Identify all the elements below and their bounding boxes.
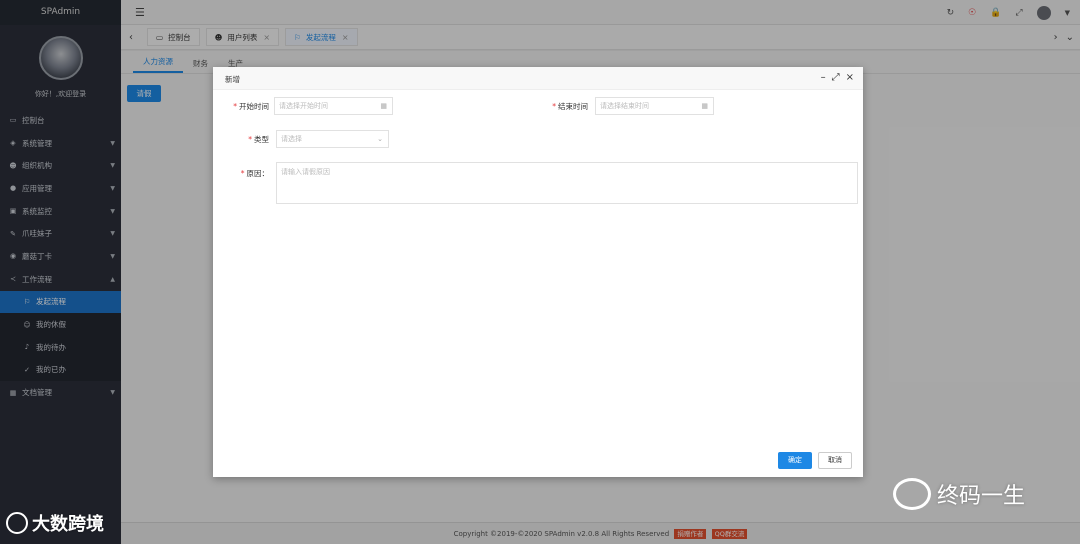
end-time-placeholder: 请选择结束时间 [600, 102, 649, 110]
add-dialog: 新增 – ⤢ × * 开始时间 请选择开始时间 ▦ * 结束时间 请选择结束时间 ▦… [213, 67, 863, 477]
type-row: * 类型 请选择 ⌄ [231, 130, 389, 148]
end-time-label: * 结束时间 [552, 101, 588, 111]
watermark-left: 大数跨境 [6, 510, 104, 536]
reason-label: * 原因： [240, 169, 269, 178]
calendar-icon: ▦ [701, 102, 708, 110]
reason-placeholder: 请输入请假原因 [281, 168, 330, 176]
type-select[interactable]: 请选择 ⌄ [276, 130, 389, 148]
start-time-placeholder: 请选择开始时间 [279, 102, 328, 110]
reason-textarea[interactable]: 请输入请假原因 [276, 162, 858, 204]
type-placeholder: 请选择 [281, 135, 302, 143]
maximize-icon[interactable]: ⤢ [832, 72, 840, 83]
dialog-controls: – ⤢ × [821, 72, 854, 83]
confirm-button[interactable]: 确定 [778, 452, 812, 469]
dialog-footer: 确定 取消 [778, 452, 852, 469]
calendar-icon: ▦ [380, 102, 387, 110]
end-time-row: * 结束时间 请选择结束时间 ▦ [550, 97, 714, 115]
chevron-down-icon: ⌄ [377, 135, 383, 143]
watermark-right-text: 终码一生 [937, 484, 1026, 509]
dialog-title: 新增 [225, 75, 240, 84]
close-icon[interactable]: × [846, 72, 854, 83]
reason-row: * 原因： 请输入请假原因 [231, 162, 858, 204]
watermark-left-text: 大数跨境 [32, 514, 104, 535]
wechat-icon [893, 478, 931, 510]
start-time-input[interactable]: 请选择开始时间 ▦ [274, 97, 393, 115]
end-time-input[interactable]: 请选择结束时间 ▦ [595, 97, 714, 115]
watermark-right: 终码一生 [893, 478, 1025, 510]
dialog-header: 新增 – ⤢ × [213, 67, 863, 90]
minimize-icon[interactable]: – [821, 72, 826, 83]
start-time-label: * 开始时间 [233, 101, 269, 111]
watermark-logo-icon [6, 512, 28, 534]
start-time-row: * 开始时间 请选择开始时间 ▦ [231, 97, 393, 115]
type-label: * 类型 [248, 134, 269, 144]
cancel-button[interactable]: 取消 [818, 452, 852, 469]
